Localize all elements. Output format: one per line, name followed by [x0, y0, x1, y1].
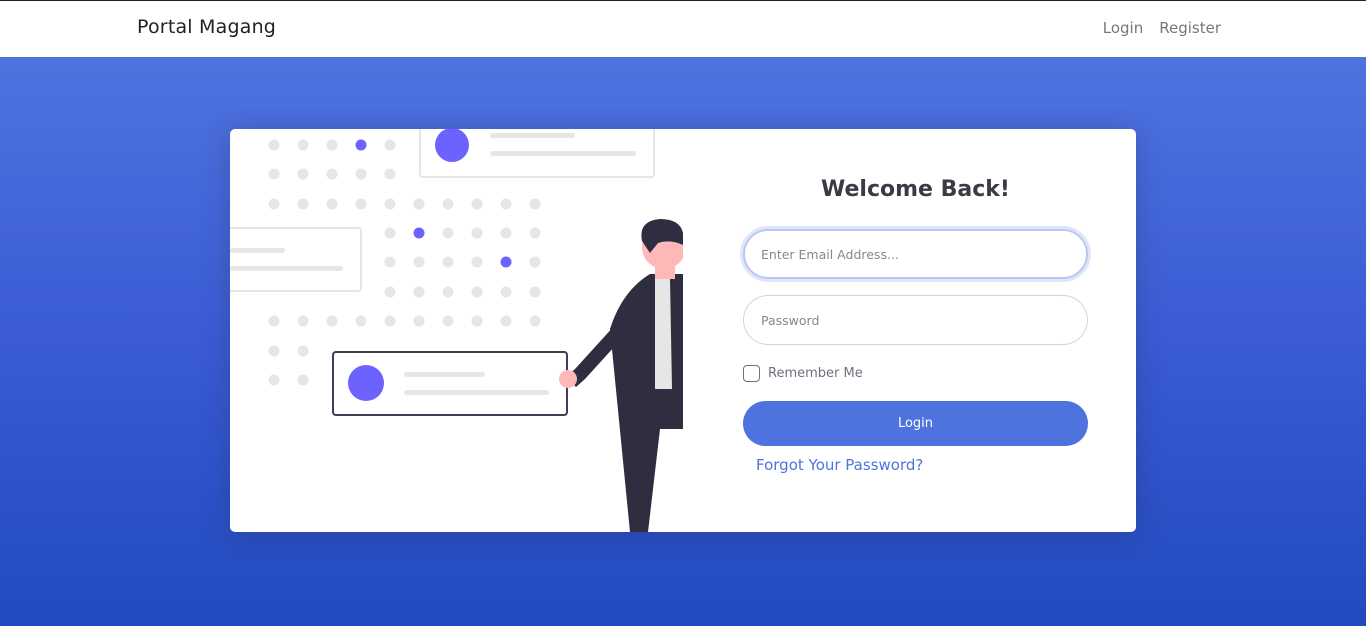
person-presenting-illustration-icon — [230, 129, 686, 532]
email-field[interactable] — [743, 229, 1088, 279]
welcome-heading: Welcome Back! — [821, 177, 1010, 202]
nav-register-link[interactable]: Register — [1159, 19, 1221, 37]
top-navbar: Portal Magang Login Register — [0, 0, 1366, 57]
password-field[interactable] — [743, 295, 1088, 345]
login-form: Welcome Back! Remember Me Login Forgot Y… — [743, 129, 1088, 532]
brand-title[interactable]: Portal Magang — [137, 16, 276, 38]
remember-me-label: Remember Me — [768, 366, 863, 381]
login-illustration — [230, 129, 686, 532]
login-button[interactable]: Login — [743, 401, 1088, 446]
forgot-password-link[interactable]: Forgot Your Password? — [756, 456, 923, 474]
login-card: Welcome Back! Remember Me Login Forgot Y… — [230, 129, 1136, 532]
remember-me-checkbox[interactable] — [743, 365, 760, 382]
nav-login-link[interactable]: Login — [1103, 19, 1143, 37]
remember-me-toggle[interactable]: Remember Me — [743, 365, 863, 382]
nav-links: Login Register — [1103, 19, 1221, 37]
